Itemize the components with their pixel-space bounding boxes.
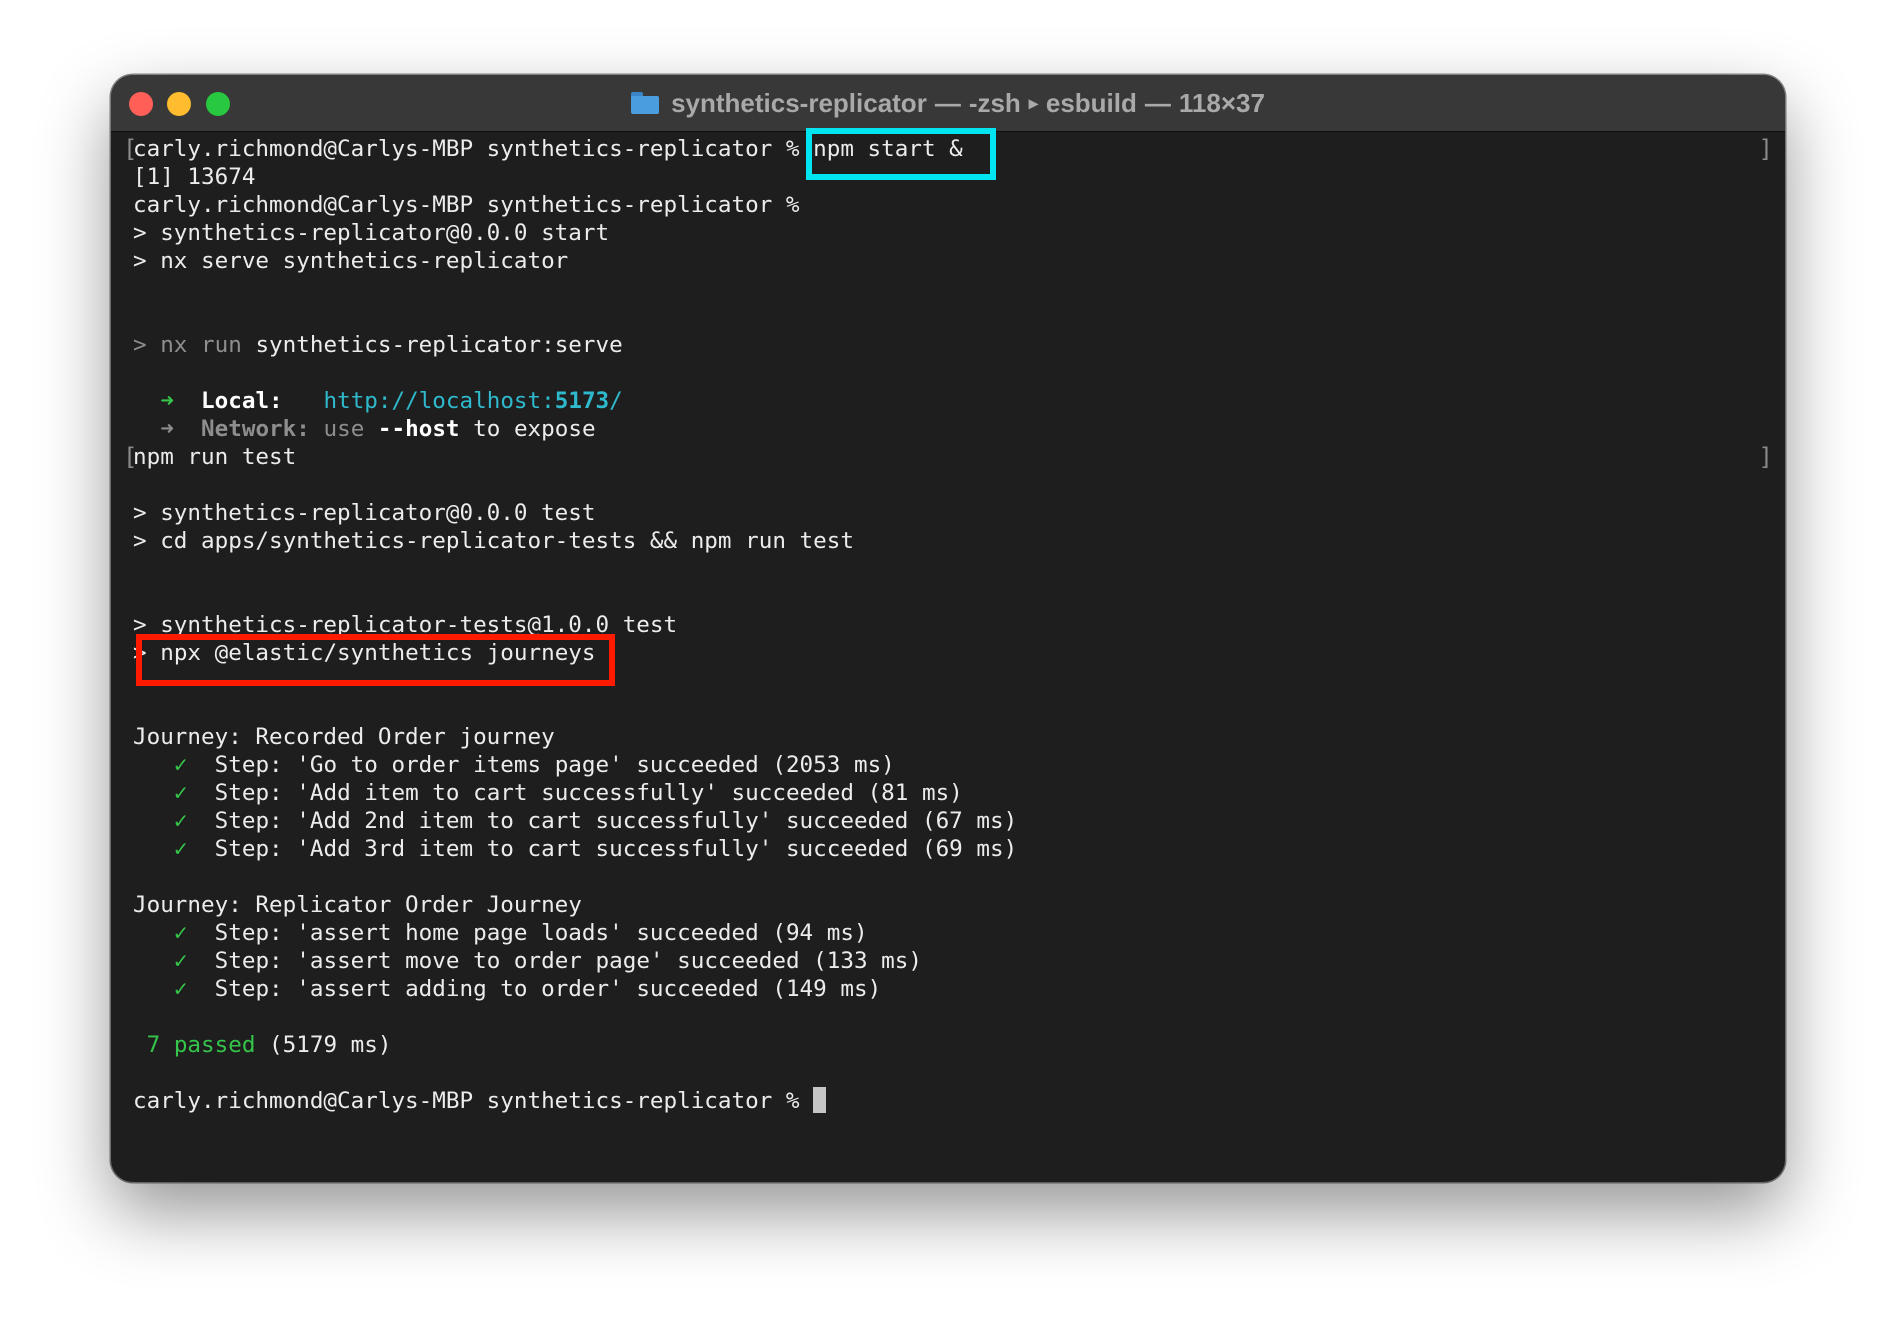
network-line: ➜ Network: use --host to expose bbox=[133, 415, 596, 443]
journey1-step-text: Step: 'Add 2nd item to cart successfully… bbox=[214, 808, 1018, 834]
local-url-link[interactable]: http://localhost:5173/ bbox=[323, 388, 622, 414]
journey2-step-text: Step: 'assert move to order page' succee… bbox=[214, 948, 922, 974]
mark-bracket-close: ] bbox=[1758, 135, 1773, 163]
local-url-port: 5173 bbox=[554, 388, 610, 414]
highlight-box-journeys bbox=[136, 634, 615, 686]
text-cursor bbox=[813, 1087, 827, 1113]
summary-time: (5179 ms) bbox=[269, 1032, 392, 1058]
local-label: Local: bbox=[201, 388, 283, 414]
nx-run-prefix: > nx run bbox=[133, 332, 242, 358]
title-separator: — bbox=[934, 87, 961, 118]
journey1-step: ✓ Step: 'Add item to cart successfully' … bbox=[133, 779, 963, 807]
journey2-step-text: Step: 'assert home page loads' succeeded… bbox=[214, 920, 868, 946]
passed-count: 7 passed bbox=[146, 1032, 256, 1058]
npm-run-test-line: npm run test bbox=[133, 444, 297, 470]
folder-icon bbox=[631, 92, 660, 114]
journey2-step: ✓ Step: 'assert home page loads' succeed… bbox=[133, 919, 868, 947]
journey1-step-text: Step: 'Add item to cart successfully' su… bbox=[214, 780, 963, 806]
highlight-box-npm-start bbox=[806, 128, 996, 180]
network-rest: to expose bbox=[473, 416, 596, 442]
check-icon: ✓ bbox=[173, 976, 188, 1002]
final-prompt-line[interactable]: carly.richmond@Carlys-MBP synthetics-rep… bbox=[133, 1087, 827, 1115]
local-url-prefix: http://localhost: bbox=[323, 388, 555, 414]
check-icon: ✓ bbox=[173, 808, 188, 834]
title-separator-2: — bbox=[1144, 87, 1171, 118]
journey2-step: ✓ Step: 'assert adding to order' succeed… bbox=[133, 975, 881, 1003]
job-line: [1] 13674 bbox=[133, 164, 256, 190]
network-label: Network: bbox=[201, 416, 310, 442]
journey1-step-text: Step: 'Go to order items page' succeeded… bbox=[214, 752, 895, 778]
test-cmd-line: > cd apps/synthetics-replicator-tests &&… bbox=[133, 528, 854, 554]
title-shell: -zsh bbox=[968, 87, 1021, 118]
title-arrow-icon: ▸ bbox=[1028, 92, 1038, 113]
journey1-title: Journey: Recorded Order journey bbox=[133, 724, 555, 750]
arrow-right-icon: ➜ bbox=[160, 388, 174, 414]
mark-bracket-close-2: ] bbox=[1758, 443, 1773, 471]
journey1-step: ✓ Step: 'Add 3rd item to cart successful… bbox=[133, 835, 1017, 863]
journey1-step-text: Step: 'Add 3rd item to cart successfully… bbox=[214, 836, 1018, 862]
journey1-step: ✓ Step: 'Go to order items page' succeed… bbox=[133, 751, 895, 779]
terminal-window: synthetics-replicator — -zsh ▸ esbuild —… bbox=[111, 75, 1785, 1182]
check-icon: ✓ bbox=[173, 780, 188, 806]
check-icon: ✓ bbox=[173, 920, 188, 946]
title-name: synthetics-replicator bbox=[671, 87, 927, 118]
window-title: synthetics-replicator — -zsh ▸ esbuild —… bbox=[111, 75, 1785, 131]
network-use: use bbox=[323, 416, 365, 442]
prompt: carly.richmond@Carlys-MBP synthetics-rep… bbox=[133, 1088, 800, 1114]
local-url-suffix: / bbox=[609, 388, 623, 414]
title-bar[interactable]: synthetics-replicator — -zsh ▸ esbuild —… bbox=[111, 75, 1785, 132]
local-line: ➜ Local: http://localhost:5173/ bbox=[133, 387, 623, 415]
summary-line: 7 passed (5179 ms) bbox=[133, 1031, 392, 1059]
check-icon: ✓ bbox=[173, 948, 188, 974]
prompt: carly.richmond@Carlys-MBP synthetics-rep… bbox=[133, 136, 800, 162]
title-size: 118×37 bbox=[1178, 87, 1265, 118]
title-process: esbuild bbox=[1045, 87, 1137, 118]
start-cmd-line: > nx serve synthetics-replicator bbox=[133, 248, 569, 274]
test-script-line: > synthetics-replicator@0.0.0 test bbox=[133, 500, 596, 526]
check-icon: ✓ bbox=[173, 752, 188, 778]
nx-run-line: > nx run synthetics-replicator:serve bbox=[133, 331, 623, 359]
network-flag: --host bbox=[377, 416, 460, 442]
journey1-step: ✓ Step: 'Add 2nd item to cart successful… bbox=[133, 807, 1017, 835]
check-icon: ✓ bbox=[173, 836, 188, 862]
prompt-line: carly.richmond@Carlys-MBP synthetics-rep… bbox=[133, 192, 800, 218]
journey2-step-text: Step: 'assert adding to order' succeeded… bbox=[214, 976, 882, 1002]
nx-run-target: synthetics-replicator:serve bbox=[255, 332, 623, 358]
journey2-step: ✓ Step: 'assert move to order page' succ… bbox=[133, 947, 922, 975]
start-script-line: > synthetics-replicator@0.0.0 start bbox=[133, 220, 610, 246]
journey2-title: Journey: Replicator Order Journey bbox=[133, 892, 582, 918]
arrow-right-icon-dim: ➜ bbox=[160, 416, 174, 442]
